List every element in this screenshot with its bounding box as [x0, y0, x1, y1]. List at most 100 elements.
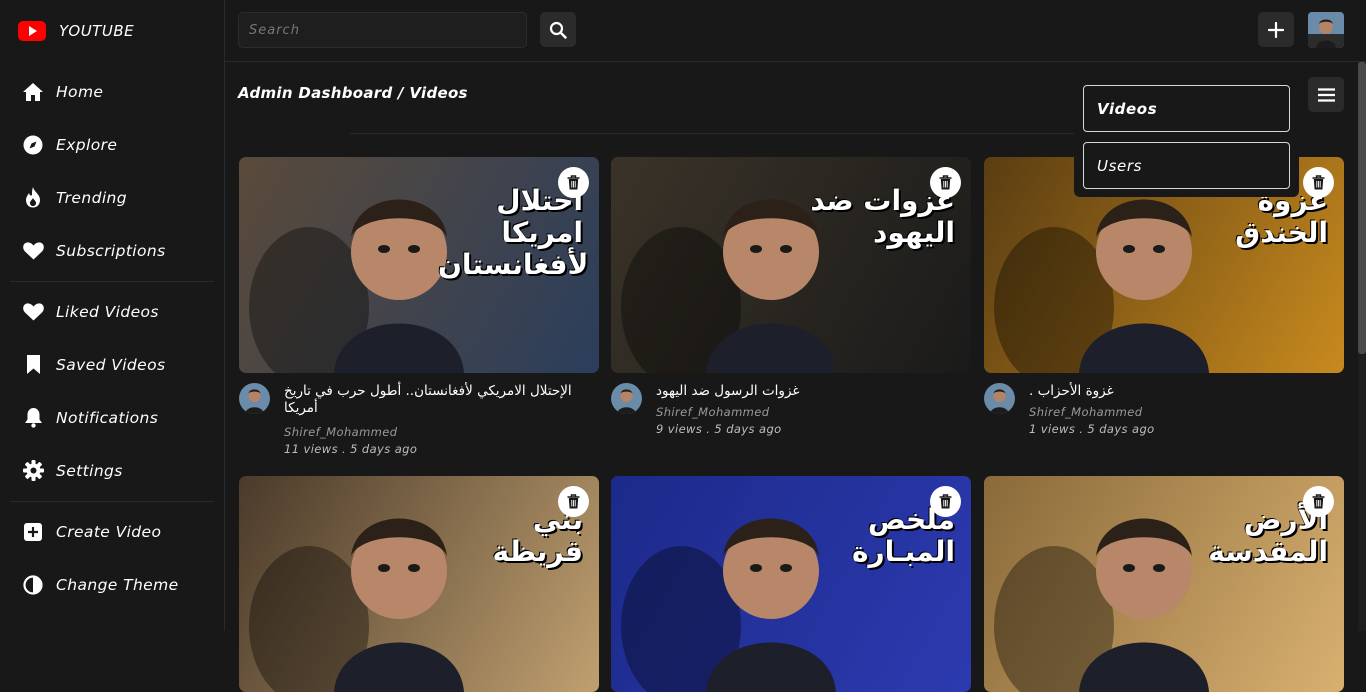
trash-icon	[567, 494, 580, 509]
view-count: 1 views	[1029, 422, 1076, 436]
video-meta: غزوة الأحزاب . Shiref_Mohammed 1 views . 5…	[984, 373, 1344, 463]
upload-time: 5 days ago	[1087, 422, 1155, 436]
search-button[interactable]	[540, 12, 576, 47]
sidebar-item-explore[interactable]: Explore	[10, 118, 214, 171]
thumbnail-title-text: بني قريظة	[492, 503, 583, 569]
sidebar-item-label: Liked Videos	[56, 302, 159, 321]
youtube-logo-icon	[18, 21, 46, 41]
sidebar-item-label: Create Video	[56, 522, 162, 541]
sidebar-item-label: Home	[56, 82, 104, 101]
add-video-button[interactable]	[1258, 12, 1294, 47]
compass-icon	[22, 134, 44, 156]
channel-name[interactable]: Shiref_Mohammed	[656, 405, 769, 419]
video-thumbnail[interactable]: غزوات ضد اليهود	[611, 157, 971, 373]
nav-group-library: Liked Videos Saved Videos Notifications …	[10, 282, 214, 502]
menu-button[interactable]	[1308, 77, 1344, 112]
trash-icon	[567, 175, 580, 190]
video-card[interactable]: غزوة الخندق غزوة الأحزاب . Shiref_Mohammed…	[984, 157, 1344, 463]
channel-avatar[interactable]	[239, 383, 270, 414]
divider	[350, 133, 1090, 134]
video-card[interactable]: بني قريظة	[239, 476, 599, 692]
sidebar-item-trending[interactable]: Trending	[10, 171, 214, 224]
sidebar-item-notifications[interactable]: Notifications	[10, 391, 214, 444]
plus-icon	[1268, 21, 1284, 38]
channel-name[interactable]: Shiref_Mohammed	[1029, 405, 1142, 419]
trash-icon	[1312, 175, 1325, 190]
sidebar-item-label: Trending	[56, 188, 128, 207]
video-stats: 9 views . 5 days ago	[656, 422, 782, 436]
brand[interactable]: YOUTUBE	[0, 0, 224, 62]
video-card[interactable]: احتلال امريكا لأفغانستان الإحتلال الامريك…	[239, 157, 599, 463]
trash-icon	[1312, 494, 1325, 509]
trash-icon	[939, 494, 952, 509]
video-thumbnail[interactable]: بني قريظة	[239, 476, 599, 692]
upload-time: 5 days ago	[350, 442, 418, 456]
hamburger-icon	[1317, 87, 1335, 102]
video-title[interactable]: الإحتلال الامريكي لأفغانستان.. أطول حرب …	[284, 383, 596, 417]
sidebar-item-saved-videos[interactable]: Saved Videos	[10, 338, 214, 391]
channel-avatar[interactable]	[984, 383, 1015, 414]
fire-icon	[22, 187, 44, 209]
sidebar-item-liked-videos[interactable]: Liked Videos	[10, 285, 214, 338]
thumbnail-title-text: الأرض المقدسة	[1208, 503, 1328, 569]
video-stats: 11 views . 5 days ago	[284, 442, 417, 456]
contrast-icon	[22, 574, 44, 596]
breadcrumb: Admin Dashboard / Videos	[238, 84, 468, 102]
admin-dropdown-menu: Videos Users	[1074, 77, 1299, 197]
sidebar-item-label: Saved Videos	[56, 355, 166, 374]
nav-group-main: Home Explore Trending Subscriptions	[10, 62, 214, 282]
search-input[interactable]	[238, 12, 527, 48]
delete-video-button[interactable]	[1303, 486, 1334, 517]
sidebar-item-change-theme[interactable]: Change Theme	[10, 558, 214, 611]
sidebar-item-label: Explore	[56, 135, 118, 154]
thumbnail-title-text: احتلال امريكا لأفغانستان	[438, 184, 589, 282]
nav-group-actions: Create Video Change Theme	[10, 502, 214, 615]
upload-time: 5 days ago	[714, 422, 782, 436]
video-title[interactable]: غزوة الأحزاب .	[1029, 383, 1341, 400]
sidebar-item-settings[interactable]: Settings	[10, 444, 214, 497]
video-card[interactable]: ملخص المبـارة	[611, 476, 971, 692]
dropdown-item-users[interactable]: Users	[1083, 142, 1290, 189]
delete-video-button[interactable]	[558, 486, 589, 517]
gear-icon	[22, 460, 44, 482]
video-card[interactable]: غزوات ضد اليهود غزوات الرسول ضد اليهود Shi…	[611, 157, 971, 463]
video-card[interactable]: الأرض المقدسة	[984, 476, 1344, 692]
sidebar: YOUTUBE Home Explore Trending Subscripti…	[0, 0, 225, 631]
video-thumbnail[interactable]: ملخص المبـارة	[611, 476, 971, 692]
video-thumbnail[interactable]: احتلال امريكا لأفغانستان	[239, 157, 599, 373]
heart-icon	[22, 301, 44, 323]
sidebar-item-label: Subscriptions	[56, 241, 166, 260]
separator-dot: .	[702, 422, 715, 436]
delete-video-button[interactable]	[930, 486, 961, 517]
delete-video-button[interactable]	[558, 167, 589, 198]
dropdown-item-videos[interactable]: Videos	[1083, 85, 1290, 132]
video-title[interactable]: غزوات الرسول ضد اليهود	[656, 383, 968, 400]
separator-dot: .	[337, 442, 351, 456]
thumbnail-title-text: ملخص المبـارة	[851, 503, 955, 569]
separator-dot: .	[1075, 422, 1088, 436]
plus-square-icon	[22, 521, 44, 543]
sidebar-item-label: Notifications	[56, 408, 159, 427]
trash-icon	[939, 175, 952, 190]
sidebar-item-label: Settings	[56, 461, 123, 480]
thumbnail-title-text: غزوات ضد اليهود	[810, 184, 955, 250]
scrollbar-thumb[interactable]	[1358, 62, 1366, 354]
sidebar-item-subscriptions[interactable]: Subscriptions	[10, 224, 214, 277]
sidebar-item-label: Change Theme	[56, 575, 179, 594]
user-avatar[interactable]	[1308, 12, 1344, 48]
bookmark-icon	[22, 354, 44, 376]
view-count: 9 views	[656, 422, 703, 436]
delete-video-button[interactable]	[930, 167, 961, 198]
topbar	[225, 0, 1366, 62]
sidebar-item-create-video[interactable]: Create Video	[10, 505, 214, 558]
view-count: 11 views	[284, 442, 338, 456]
delete-video-button[interactable]	[1303, 167, 1334, 198]
home-icon	[22, 81, 44, 103]
sidebar-item-home[interactable]: Home	[10, 65, 214, 118]
video-meta: غزوات الرسول ضد اليهود Shiref_Mohammed 9 v…	[611, 373, 971, 463]
brand-name: YOUTUBE	[59, 22, 135, 40]
channel-name[interactable]: Shiref_Mohammed	[284, 425, 397, 439]
search-icon	[549, 21, 567, 39]
video-thumbnail[interactable]: الأرض المقدسة	[984, 476, 1344, 692]
channel-avatar[interactable]	[611, 383, 642, 414]
